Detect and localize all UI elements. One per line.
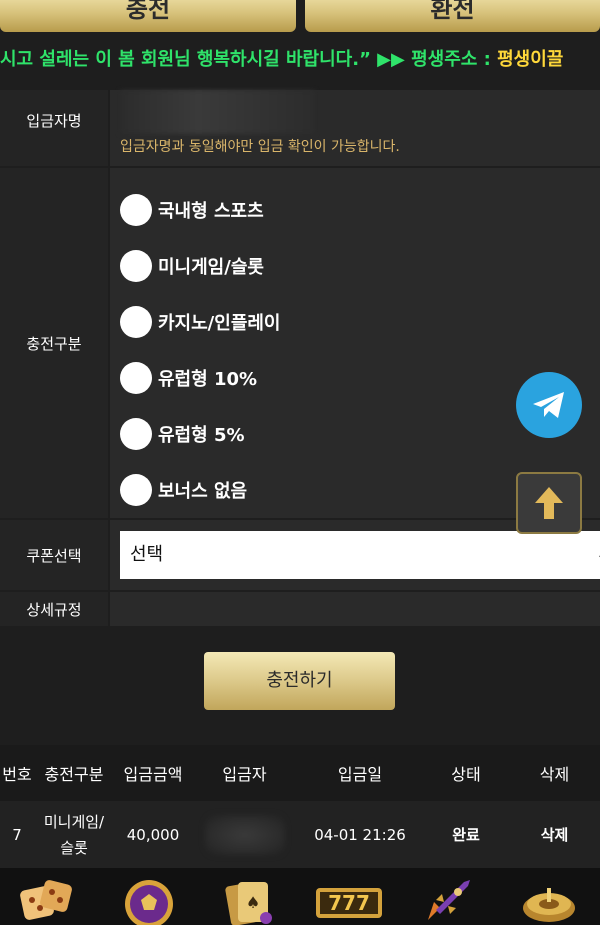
cards-icon[interactable]: ♠: [220, 874, 278, 925]
radio-label: 유럽형 10%: [158, 369, 258, 390]
roulette-icon[interactable]: [520, 874, 578, 925]
charge-type-label: 충전구분: [0, 168, 108, 518]
dice-icon[interactable]: [18, 874, 76, 925]
radio-label: 국내형 스포츠: [158, 201, 264, 222]
scroll-top-button[interactable]: [516, 472, 582, 534]
slot-777-icon[interactable]: 777: [314, 874, 384, 925]
header-status: 상태: [451, 765, 481, 784]
notice-address: 평생이끌: [497, 49, 564, 70]
soccer-ball-icon[interactable]: [120, 874, 178, 925]
row-status: 완료: [452, 826, 480, 844]
row-date: 04-01 21:26: [314, 825, 406, 844]
top-tabs: 충전 환전: [0, 0, 600, 34]
radio-button[interactable]: [120, 474, 152, 506]
radio-button[interactable]: [120, 250, 152, 282]
coupon-selected-value: 선택: [130, 544, 164, 565]
radio-option[interactable]: 국내형 스포츠: [120, 182, 281, 238]
row-delete-button[interactable]: 삭제: [509, 801, 600, 868]
header-number: 번호: [2, 765, 32, 784]
radio-option[interactable]: 유럽형 10%: [120, 350, 281, 406]
radio-option[interactable]: 카지노/인플레이: [120, 294, 281, 350]
header-depositor: 입금자: [222, 765, 267, 784]
radio-option[interactable]: 유럽형 5%: [120, 406, 281, 462]
rules-label: 상세규정: [0, 592, 108, 626]
telegram-button[interactable]: [516, 372, 582, 438]
arrow-up-icon: [535, 487, 563, 519]
radio-label: 미니게임/슬롯: [158, 257, 264, 278]
radio-label: 유럽형 5%: [158, 425, 245, 446]
depositor-label: 입금자명: [0, 90, 108, 166]
row-amount: 40,000: [126, 825, 180, 844]
header-charge-type: 충전구분: [44, 765, 104, 784]
coupon-label: 쿠폰선택: [0, 520, 108, 590]
row-number: 7: [12, 825, 22, 844]
notice-text: 시고 설레는 이 봄 회원님 행복하시길 바랍니다.” ▶▶ 평생주소 :: [0, 49, 498, 70]
charge-type-options: 국내형 스포츠 미니게임/슬롯 카지노/인플레이 유럽형 10% 유럽형 5% …: [110, 168, 600, 518]
coupon-row: 쿠폰선택 선택 ⌄: [0, 520, 600, 590]
radio-group: 국내형 스포츠 미니게임/슬롯 카지노/인플레이 유럽형 10% 유럽형 5% …: [120, 182, 281, 518]
table-row: 7 미니게임/ 슬롯 40,000 04-01 21:26 완료 삭제: [0, 801, 600, 868]
radio-label: 보너스 없음: [158, 481, 248, 502]
coupon-select[interactable]: 선택 ⌄: [120, 531, 600, 579]
depositor-value: 입금자명과 동일해야만 입금 확인이 가능합니다.: [110, 90, 600, 166]
telegram-icon: [533, 392, 564, 418]
charge-type-row: 충전구분 국내형 스포츠 미니게임/슬롯 카지노/인플레이 유럽형 10% 유럽…: [0, 168, 600, 518]
depositor-hint: 입금자명과 동일해야만 입금 확인이 가능합니다.: [120, 139, 400, 155]
depositor-redacted: [204, 814, 285, 855]
header-delete: 삭제: [539, 765, 570, 784]
svg-text:♠: ♠: [246, 893, 260, 912]
bottom-nav: ♠ 777: [0, 868, 600, 925]
row-charge-type: 미니게임/ 슬롯: [43, 812, 105, 857]
depositor-row: 입금자명 입금자명과 동일해야만 입금 확인이 가능합니다.: [0, 90, 600, 166]
depositor-name-redacted: [120, 90, 315, 134]
svg-text:777: 777: [328, 891, 370, 915]
withdraw-tab[interactable]: 환전: [305, 0, 600, 32]
rules-row: 상세규정: [0, 592, 600, 626]
header-amount: 입금금액: [123, 765, 183, 784]
chevron-down-icon: ⌄: [596, 531, 600, 579]
radio-button[interactable]: [120, 194, 152, 226]
radio-option[interactable]: 보너스 없음: [120, 462, 281, 518]
rocket-icon[interactable]: [418, 874, 476, 925]
submit-deposit-button[interactable]: 충전하기: [204, 652, 395, 710]
notice-marquee: 시고 설레는 이 봄 회원님 행복하시길 바랍니다.” ▶▶ 평생주소 : 평생…: [0, 38, 600, 82]
rules-value: [110, 592, 600, 626]
history-table-header: 번호 충전구분 입금금액 입금자 입금일 상태 삭제: [0, 745, 600, 801]
deposit-tab[interactable]: 충전: [0, 0, 296, 32]
header-date: 입금일: [337, 765, 383, 784]
radio-option[interactable]: 미니게임/슬롯: [120, 238, 281, 294]
radio-button[interactable]: [120, 418, 152, 450]
radio-button[interactable]: [120, 362, 152, 394]
radio-button[interactable]: [120, 306, 152, 338]
radio-label: 카지노/인플레이: [158, 313, 281, 334]
row-depositor: [192, 801, 297, 868]
